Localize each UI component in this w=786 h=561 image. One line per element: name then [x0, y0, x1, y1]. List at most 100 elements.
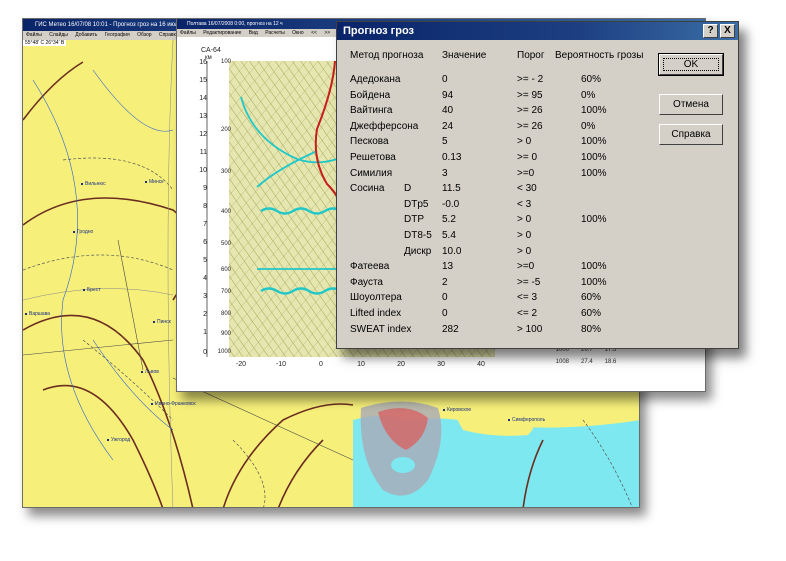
city-label: Варшава: [25, 311, 50, 317]
storm-probability: 0%: [581, 120, 596, 132]
temperature-tick: -20: [235, 361, 247, 368]
threshold-value: >= -5: [517, 276, 541, 288]
isobar-line: [23, 61, 84, 121]
map-menu-item[interactable]: Слайды: [46, 32, 71, 38]
border-line: [117, 239, 144, 371]
index-value: 282: [442, 323, 459, 335]
storm-probability: 100%: [581, 261, 607, 273]
header-method: Метод прогноза: [350, 50, 424, 61]
storm-probability: 60%: [581, 74, 602, 85]
method-name: Шоуолтера: [350, 292, 402, 304]
pressure-tick: 700: [220, 289, 231, 295]
threshold-value: >= - 2: [517, 74, 544, 85]
graticule-line: [167, 40, 174, 507]
pressure-tick: 400: [220, 209, 231, 215]
threshold-value: > 0: [517, 136, 532, 148]
altitude-tick: 3: [203, 293, 207, 300]
temperature-tick: 40: [477, 361, 485, 368]
river-line: [32, 79, 114, 461]
storm-probability: 0%: [581, 89, 596, 101]
river-line: [92, 339, 174, 431]
storm-probability: 100%: [581, 167, 607, 179]
altitude-tick: 4: [203, 275, 207, 282]
method-name: Пескова: [350, 136, 389, 148]
temperature-tick: 30: [437, 361, 445, 368]
pressure-tick: 500: [220, 241, 231, 247]
index-value: 11.5: [442, 183, 461, 195]
pressure-tick: 800: [220, 311, 231, 317]
header-threshold: Порог: [517, 50, 545, 61]
border-line: [23, 339, 174, 356]
header-value: Значение: [442, 50, 487, 61]
isotherm-dashed: [82, 339, 174, 421]
surface-data-row: 1008 27.4 18.6: [547, 359, 617, 365]
ok-button[interactable]: OK: [658, 53, 724, 76]
altitude-tick: 16: [199, 59, 207, 66]
city-label: Гродно: [73, 229, 93, 235]
storm-probability: 100%: [581, 105, 607, 117]
surface-dewpoint: 18.6: [604, 359, 617, 365]
index-value: 13: [442, 261, 454, 273]
threshold-value: <= 3: [517, 292, 538, 304]
index-value: 0.13: [442, 152, 462, 163]
dialog-title: Прогноз гроз: [343, 25, 415, 37]
index-value: 0: [442, 292, 448, 304]
city-label: Ивано-Франковск: [151, 401, 196, 407]
map-menu-item[interactable]: Файлы: [23, 32, 45, 38]
method-name: Симилия: [350, 167, 393, 179]
temperature-tick: 20: [397, 361, 405, 368]
map-menu-item[interactable]: Обзор: [134, 32, 154, 38]
altitude-tick: 11: [199, 149, 207, 156]
storm-probability: 100%: [581, 152, 607, 163]
map-menu-item[interactable]: География: [102, 32, 133, 38]
altitude-tick: 8: [203, 203, 207, 210]
isotherm-dashed: [23, 254, 174, 271]
method-name: Фатеева: [350, 261, 390, 273]
index-value: 5: [442, 136, 448, 148]
pressure-tick: 900: [220, 331, 231, 337]
pressure-tick: 1000: [217, 349, 231, 355]
city-label: Ужгород: [107, 437, 130, 443]
method-name: Джефферсона: [350, 120, 419, 132]
close-icon[interactable]: X: [720, 24, 735, 38]
method-name: Lifted index: [350, 308, 402, 319]
altitude-tick: 14: [199, 95, 207, 102]
index-value: 24: [442, 120, 454, 132]
dialog-title-bar[interactable]: Прогноз гроз ? X: [337, 22, 738, 40]
city-label: Минск: [145, 179, 163, 185]
isobar-line: [42, 384, 164, 507]
altitude-tick: 1: [203, 329, 207, 336]
isobar-line: [23, 197, 194, 301]
index-value: 2: [442, 276, 448, 288]
pressure-tick: 200: [220, 127, 231, 133]
method-name: Бойдена: [350, 89, 391, 101]
altitude-tick: 7: [203, 221, 207, 228]
index-value: 10.0: [442, 245, 462, 257]
threshold-value: >= 0: [517, 152, 538, 163]
storm-probability: 80%: [581, 323, 602, 335]
threshold-value: >= 26: [517, 120, 543, 132]
help-icon[interactable]: ?: [703, 24, 718, 38]
index-value: 0: [442, 308, 448, 319]
method-subindex: DTp5: [404, 198, 429, 210]
altitude-tick: 15: [199, 77, 207, 84]
threshold-value: >=0: [517, 167, 535, 179]
index-value: 94: [442, 89, 454, 101]
city-label: Симферополь: [508, 417, 545, 423]
altitude-tick: 2: [203, 311, 207, 318]
temperature-tick: 10: [357, 361, 365, 368]
pressure-tick: 300: [220, 169, 231, 175]
isobar-line: [23, 314, 194, 507]
isobar-line: [222, 403, 354, 507]
city-label: Брест: [83, 287, 101, 293]
index-value: 40: [442, 105, 454, 117]
cancel-button[interactable]: Отмена: [659, 94, 723, 115]
index-value: 5.2: [442, 214, 456, 226]
temperature-tick: -10: [275, 361, 287, 368]
map-menu-item[interactable]: Добавить: [72, 32, 100, 38]
help-button[interactable]: Справка: [659, 124, 723, 145]
pressure-tick: 100: [220, 59, 231, 65]
storm-zone-hole: [391, 457, 415, 473]
storm-probability: 60%: [581, 308, 602, 319]
city-label: Львов: [141, 369, 159, 375]
